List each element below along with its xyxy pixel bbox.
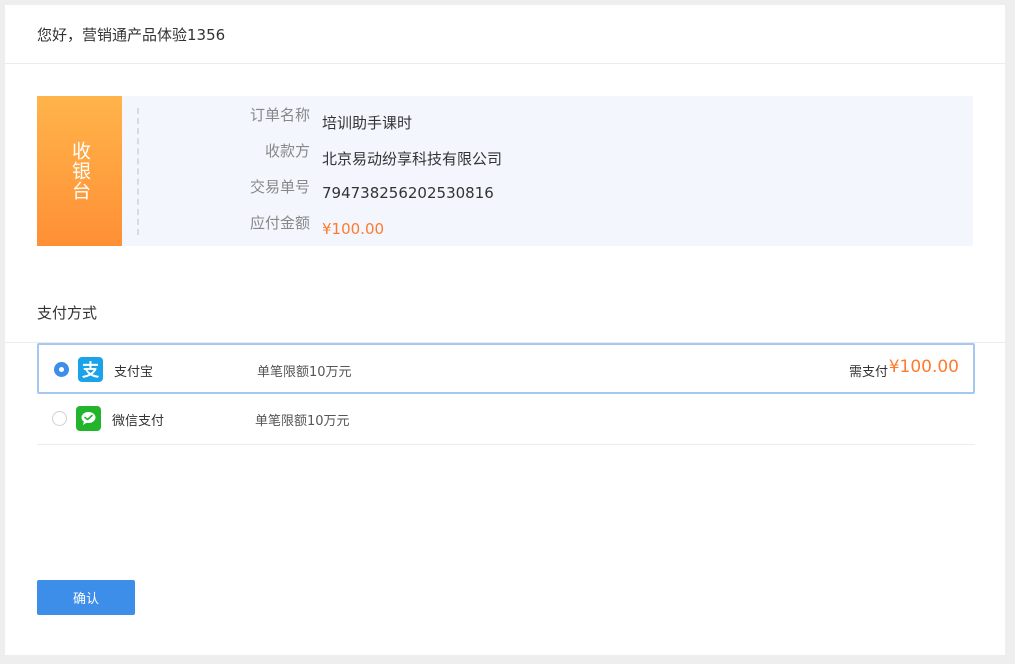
need-pay-amount: ¥100.00 bbox=[888, 357, 959, 377]
greeting-text: 您好，营销通产品体验1356 bbox=[37, 26, 226, 44]
order-name-value: 培训助手课时 bbox=[322, 114, 413, 132]
alipay-radio[interactable] bbox=[54, 362, 69, 377]
payment-option-wechat[interactable]: 微信支付 单笔限额10万元 bbox=[37, 394, 975, 445]
order-row-trade-no: 交易单号 bbox=[157, 176, 857, 200]
payee-value: 北京易动纷享科技有限公司 bbox=[322, 150, 503, 168]
trade-no-value: 794738256202530816 bbox=[322, 184, 494, 202]
need-pay-label: 需支付 bbox=[848, 365, 888, 380]
cashier-tag: 收银台 bbox=[37, 96, 122, 246]
alipay-name: 支付宝 bbox=[114, 365, 154, 380]
trade-no-label: 交易单号 bbox=[249, 178, 310, 196]
order-row-amount: 应付金额 bbox=[157, 212, 857, 236]
payment-method-title: 支付方式 bbox=[37, 304, 98, 322]
greeting-bar: 您好，营销通产品体验1356 bbox=[5, 5, 1005, 64]
wechat-radio[interactable] bbox=[52, 411, 67, 426]
order-name-label: 订单名称 bbox=[249, 106, 310, 124]
order-row-payee: 收款方 bbox=[157, 140, 857, 164]
payment-option-alipay[interactable]: 支 支付宝 单笔限额10万元 需支付 ¥100.00 bbox=[37, 343, 975, 394]
payee-label: 收款方 bbox=[264, 142, 310, 160]
order-summary-panel: 收银台 订单名称 培训助手课时 收款方 北京易动纷享科技有限公司 交易单号 79… bbox=[37, 96, 973, 246]
amount-value: ¥100.00 bbox=[322, 220, 385, 238]
order-row-name: 订单名称 bbox=[157, 104, 857, 128]
checkout-card: 您好，营销通产品体验1356 收银台 订单名称 培训助手课时 收款方 北京易动纷… bbox=[5, 5, 1005, 655]
svg-text:支: 支 bbox=[82, 360, 100, 381]
amount-label: 应付金额 bbox=[249, 214, 310, 232]
wechat-icon bbox=[76, 406, 101, 431]
alipay-icon: 支 bbox=[78, 357, 103, 382]
wechat-limit: 单笔限额10万元 bbox=[255, 414, 350, 429]
wechat-name: 微信支付 bbox=[112, 414, 165, 429]
divider bbox=[137, 108, 139, 235]
cashier-tag-label: 收银台 bbox=[69, 141, 91, 201]
confirm-button[interactable]: 确认 bbox=[37, 580, 135, 615]
alipay-limit: 单笔限额10万元 bbox=[257, 365, 352, 380]
